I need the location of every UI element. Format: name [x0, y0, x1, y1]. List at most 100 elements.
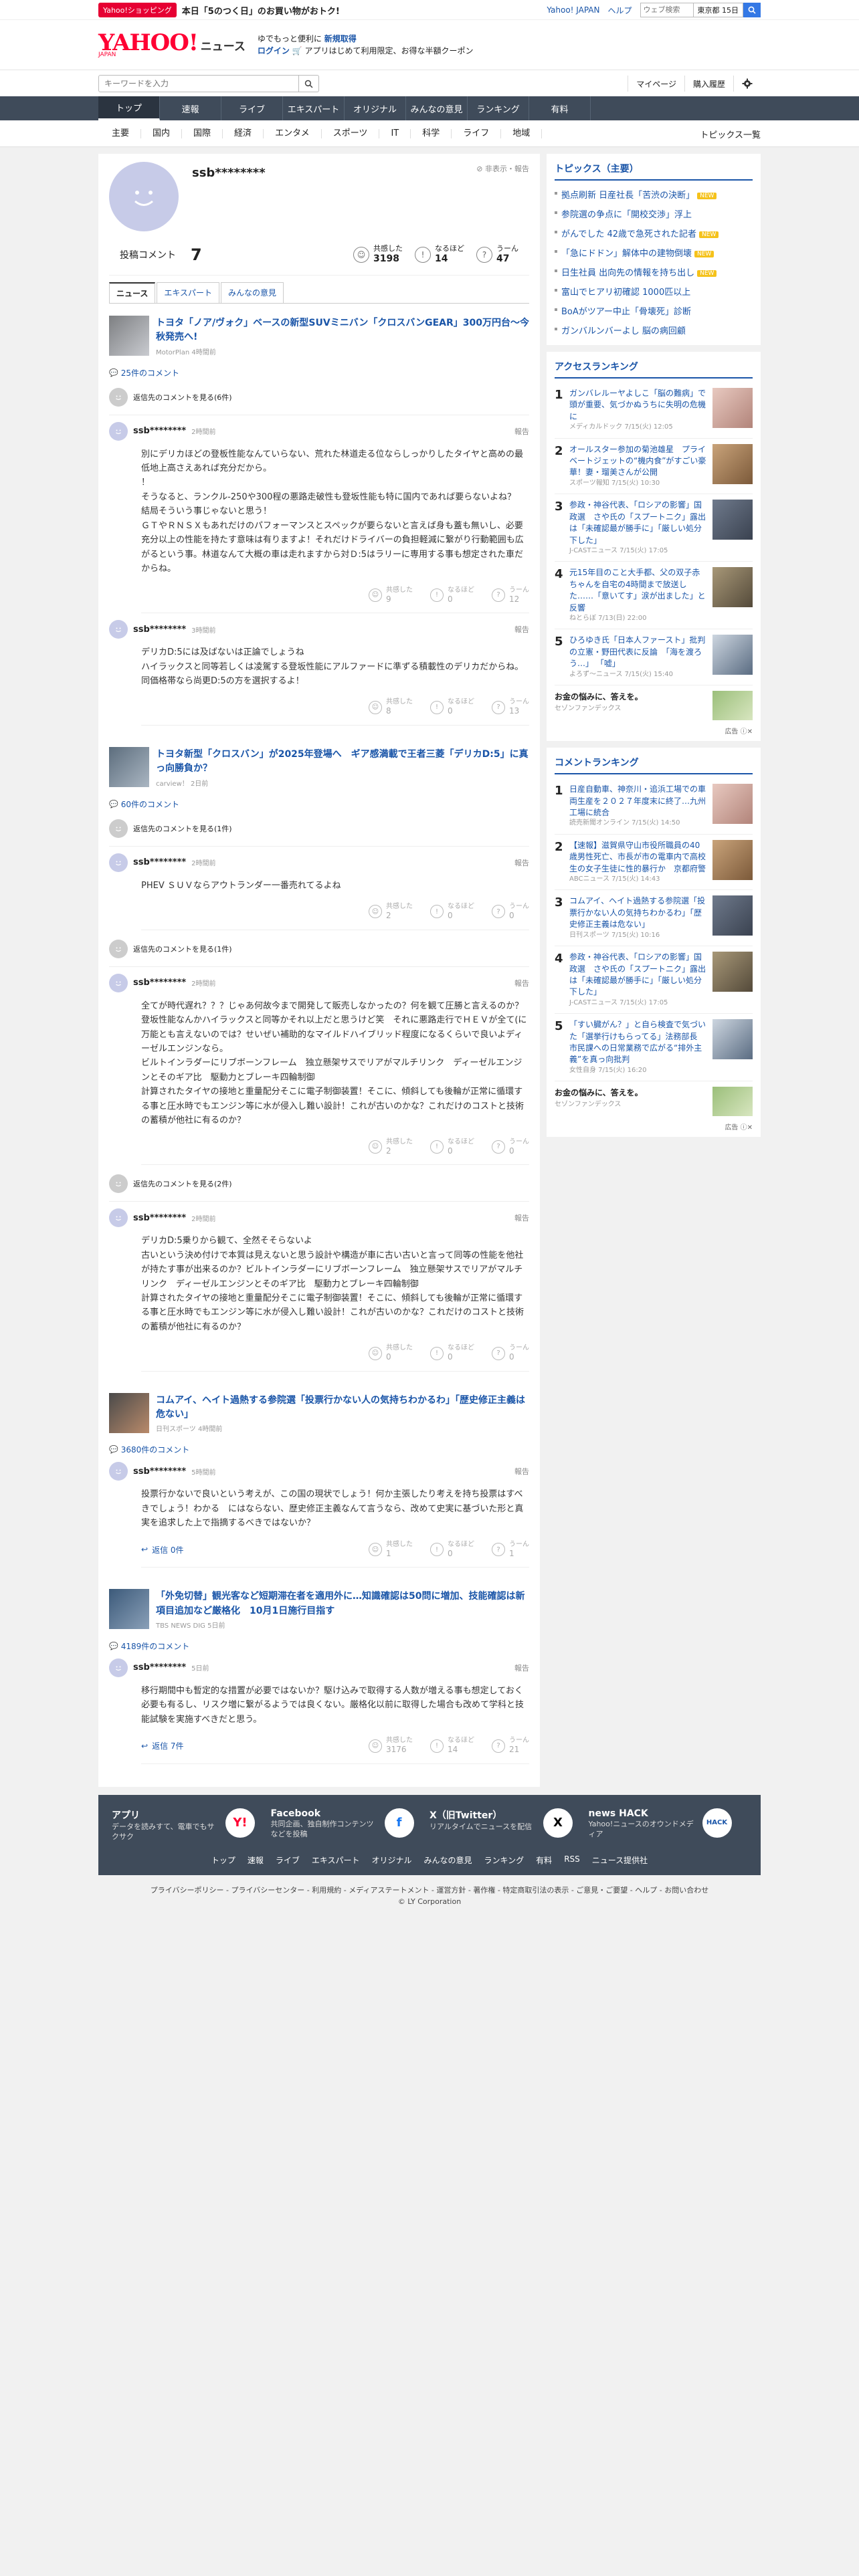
login-link[interactable]: ログイン — [258, 46, 290, 56]
tab-expert[interactable]: エキスパート — [157, 282, 220, 303]
topic-item[interactable]: 「急にドドン」解体中の建物倒壊 NEW — [555, 243, 753, 262]
hide-report-link[interactable]: ⊘ 非表示・報告 — [476, 163, 529, 174]
access-ranking-item[interactable]: 5 ひろゆき氏「日本人ファースト」批判の立憲・野田代表に反論 「海を渡ろう…」 「… — [555, 629, 753, 686]
footer-link[interactable]: トップ — [211, 1854, 235, 1866]
article-thumbnail[interactable] — [109, 1589, 149, 1630]
topics-list-link[interactable]: トピックス一覧 — [700, 128, 761, 140]
reaction-naruhodo-button[interactable]: ! なるほど 0 — [430, 1344, 474, 1363]
nav-original[interactable]: オリジナル — [345, 96, 406, 120]
footer-link[interactable]: オリジナル — [372, 1854, 412, 1866]
access-ranking-item[interactable]: 1 ガンバレルーヤよしこ「脳の難病」で頭が重要、気づかぬうちに失明の危機に メディカ… — [555, 383, 753, 439]
cat-life[interactable]: ライフ — [452, 129, 502, 138]
comment-ranking-item[interactable]: 3 コムアイ、ヘイト過熱する参院選「投票行かない人の気持ちわかるわ」「歴史修正主義… — [555, 890, 753, 947]
web-search-input[interactable] — [640, 3, 694, 17]
reaction-kyokan-button[interactable]: ☺ 共感した 9 — [369, 586, 413, 605]
access-ranking-item[interactable]: 2 オールスター参加の菊池雄星 プライベートジェットの“機内食”がすごい豪華！妻・… — [555, 439, 753, 495]
cat-local[interactable]: 地域 — [501, 129, 543, 138]
replies-button[interactable]: ↩ 返信 0件 — [141, 1544, 184, 1555]
footer-link[interactable]: RSS — [564, 1854, 580, 1866]
cat-world[interactable]: 国際 — [182, 129, 223, 138]
article-thumbnail[interactable] — [109, 747, 149, 788]
topic-item[interactable]: 日生社員 出向先の情報を持ち出し NEW — [555, 262, 753, 282]
replies-button[interactable]: ↩ 返信 7件 — [141, 1740, 184, 1751]
mypage-link[interactable]: マイページ — [628, 76, 684, 92]
cat-domestic[interactable]: 国内 — [141, 129, 183, 138]
nav-breaking[interactable]: 速報 — [160, 96, 221, 120]
reaction-kyokan-button[interactable]: ☺ 共感した 0 — [369, 1344, 413, 1363]
footer-link[interactable]: 速報 — [248, 1854, 264, 1866]
reaction-naruhodo-button[interactable]: ! なるほど 0 — [430, 697, 474, 717]
ad-unit[interactable]: お金の悩みに、答えを。 セゾンファンデックス — [555, 685, 753, 726]
tab-opinions[interactable]: みんなの意見 — [221, 282, 284, 303]
reaction-naruhodo-button[interactable]: ! なるほど 0 — [430, 1138, 474, 1157]
topic-item[interactable]: 拠点刷新 日産社長「苦渋の決断」 NEW — [555, 185, 753, 204]
footer-link[interactable]: エキスパート — [312, 1854, 360, 1866]
nav-live[interactable]: ライブ — [221, 96, 283, 120]
reaction-kyokan-button[interactable]: ☺ 共感した 1 — [369, 1540, 413, 1560]
ad-unit-2[interactable]: お金の悩みに、答えを。 セゾンファンデックス — [555, 1081, 753, 1121]
reaction-uun-button[interactable]: ? うーん 0 — [492, 902, 529, 922]
report-link[interactable]: 報告 — [514, 857, 529, 868]
comment-count-link[interactable]: 💬 3680件のコメント — [109, 1444, 529, 1455]
access-ranking-item[interactable]: 3 参政・神谷代表、「ロシアの影響」国政選 さや氏の「スプートニク」露出は「未確認… — [555, 494, 753, 562]
reaction-uun-button[interactable]: ? うーん 12 — [492, 586, 529, 605]
reaction-uun-button[interactable]: ? うーん 13 — [492, 697, 529, 717]
nav-expert[interactable]: エキスパート — [283, 96, 345, 120]
reaction-uun-button[interactable]: ? うーん 21 — [492, 1736, 529, 1755]
reaction-kyokan-button[interactable]: ☺ 共感した 2 — [369, 1138, 413, 1157]
report-link[interactable]: 報告 — [514, 624, 529, 635]
article-title[interactable]: コムアイ、ヘイト過熱する参院選「投票行かない人の気持ちわかるわ」「歴史修正主義は… — [156, 1395, 525, 1420]
reaction-kyokan-button[interactable]: ☺ 共感した 3176 — [369, 1736, 413, 1755]
article-title[interactable]: トヨタ新型「クロスバン」が2025年登場へ ギア感満載で王者三菱「デリカD:5」… — [156, 749, 529, 774]
nav-top[interactable]: トップ — [98, 96, 160, 120]
report-link[interactable]: 報告 — [514, 426, 529, 437]
reaction-kyokan-button[interactable]: ☺ 共感した 2 — [369, 902, 413, 922]
comment-ranking-item[interactable]: 5 「すい臓がん？」と自ら検査で気づいた「選挙行けもらってる」法務部長 市民課への… — [555, 1014, 753, 1082]
signup-link[interactable]: 新規取得 — [324, 34, 357, 43]
tab-news[interactable]: ニュース — [109, 282, 156, 303]
nav-ranking[interactable]: ランキング — [468, 96, 529, 120]
comment-count-link[interactable]: 💬 25件のコメント — [109, 367, 529, 379]
footer-link[interactable]: 有料 — [536, 1854, 552, 1866]
report-link[interactable]: 報告 — [514, 1662, 529, 1673]
footer-link[interactable]: ニュース提供社 — [592, 1854, 648, 1866]
comment-ranking-item[interactable]: 2 【速報】滋賀県守山市役所職員の40歳男性死亡、市長が市の電車内で高校生の女子生… — [555, 835, 753, 891]
footer-link[interactable]: ライブ — [276, 1854, 300, 1866]
weather-link[interactable]: 東京都 15日 — [693, 3, 743, 17]
news-search-input[interactable] — [98, 75, 299, 92]
parent-comment-link[interactable]: 返信先のコメントを見る(2件) — [109, 1165, 529, 1202]
shopping-promo[interactable]: 本日「5のつく日」のお買い物がおトク! — [182, 4, 340, 17]
reaction-uun-button[interactable]: ? うーん 0 — [492, 1138, 529, 1157]
topic-item[interactable]: 参院選の争点に「開校交渉」浮上 — [555, 204, 753, 223]
footer-app-2[interactable]: X（旧Twitter） リアルタイムでニュースを配信 X — [430, 1808, 589, 1842]
topic-item[interactable]: 富山でヒアリ初確認 1000匹以上 — [555, 282, 753, 301]
report-link[interactable]: 報告 — [514, 978, 529, 988]
cat-science[interactable]: 科学 — [411, 129, 452, 138]
shopping-badge[interactable]: Yahoo!ショッピング — [98, 3, 177, 17]
footer-link[interactable]: ランキング — [484, 1854, 524, 1866]
article-thumbnail[interactable] — [109, 1392, 149, 1433]
comment-ranking-item[interactable]: 1 日産自動車、神奈川・追浜工場での車両生産を２０２７年度末に終了…九州工場に統合… — [555, 778, 753, 835]
footer-link[interactable]: みんなの意見 — [424, 1854, 472, 1866]
settings-button[interactable] — [733, 76, 761, 92]
nav-paid[interactable]: 有料 — [529, 96, 591, 120]
reaction-naruhodo-button[interactable]: ! なるほど 0 — [430, 586, 474, 605]
parent-comment-link[interactable]: 返信先のコメントを見る(6件) — [109, 379, 529, 415]
legal-line[interactable]: プライバシーポリシー - プライバシーセンター - 利用規約 - メディアステー… — [0, 1885, 859, 1897]
cat-sports[interactable]: スポーツ — [322, 129, 380, 138]
report-link[interactable]: 報告 — [514, 1212, 529, 1223]
footer-app-3[interactable]: news HACK Yahoo!ニュースのオウンドメディア HACK — [589, 1808, 748, 1842]
footer-app-0[interactable]: アプリ データを読みすて、電車でもサクサク Y! — [112, 1808, 271, 1842]
reaction-naruhodo-button[interactable]: ! なるほど 0 — [430, 902, 474, 922]
article-title[interactable]: 「外免切替」観光客など短期滞在者を適用外に…知識確認は50問に増加、技能確認は新… — [156, 1591, 524, 1616]
topic-item[interactable]: がんでした 42歳で急死された記者 NEW — [555, 223, 753, 243]
nav-opinions[interactable]: みんなの意見 — [406, 96, 468, 120]
comment-ranking-item[interactable]: 4 参政・神谷代表、「ロシアの影響」国政選 さや氏の「スプートニク」露出は「未確認… — [555, 946, 753, 1014]
report-link[interactable]: 報告 — [514, 1466, 529, 1477]
yahoo-japan-link[interactable]: Yahoo! JAPAN — [547, 5, 599, 15]
news-search-button[interactable] — [299, 75, 319, 92]
article-title[interactable]: トヨタ「ノア/ヴォク」ベースの新型SUVミニバン「クロスバンGEAR」300万円… — [156, 318, 529, 342]
comment-count-link[interactable]: 💬 4189件のコメント — [109, 1640, 529, 1652]
footer-app-1[interactable]: Facebook 共同企画、独自制作コンテンツなどを投稿 f — [271, 1808, 430, 1842]
topic-item[interactable]: BoAがツアー中止「骨壊死」診断 — [555, 301, 753, 320]
